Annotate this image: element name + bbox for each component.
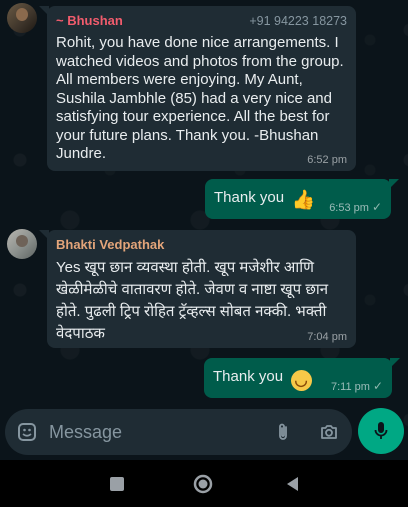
- back-icon[interactable]: [283, 474, 303, 494]
- sender-name[interactable]: Bhakti Vedpathak: [56, 236, 164, 253]
- read-check-icon: ✓: [371, 200, 382, 214]
- message-bubble[interactable]: ~ Bhushan +91 94223 18273 Rohit, you hav…: [39, 6, 356, 171]
- message-bubble[interactable]: Thank you ◡ 7:11 pm ✓: [204, 358, 400, 398]
- message-bubble[interactable]: Bhakti Vedpathak Yes खूप छान व्यवस्था हो…: [39, 230, 356, 348]
- sticker-icon[interactable]: [17, 422, 37, 442]
- avatar[interactable]: [7, 3, 37, 33]
- navigation-bar: [0, 460, 408, 507]
- attach-icon[interactable]: [273, 422, 293, 442]
- sender-phone: +91 94223 18273: [249, 14, 347, 28]
- thumbs-up-icon: 👍: [291, 190, 316, 211]
- mic-button[interactable]: [358, 408, 404, 454]
- message-bubble[interactable]: Thank you 👍 6:53 pm ✓: [205, 179, 399, 219]
- message-composer[interactable]: Message: [5, 409, 352, 455]
- home-icon[interactable]: [193, 474, 213, 494]
- camera-icon[interactable]: [319, 422, 339, 442]
- message-time: 6:52 pm: [307, 154, 347, 166]
- recents-icon[interactable]: [107, 474, 127, 494]
- message-text: Rohit, you have done nice arrangements. …: [56, 34, 344, 162]
- message-time: 7:11 pm: [331, 381, 370, 393]
- message-time-row: 6:53 pm ✓: [329, 200, 382, 214]
- message-input[interactable]: Message: [49, 422, 122, 443]
- message-time: 7:04 pm: [307, 331, 347, 343]
- avatar[interactable]: [7, 229, 37, 259]
- message-text: Yes खूप छान व्यवस्था होती. खूप मजेशीर आण…: [56, 259, 329, 342]
- sender-name[interactable]: ~ Bhushan: [56, 12, 123, 29]
- smiling-face-icon: ◡: [290, 370, 312, 391]
- mic-icon: [371, 420, 391, 442]
- message-time-row: 7:11 pm ✓: [331, 379, 383, 393]
- message-text: Thank you: [214, 189, 285, 206]
- message-time: 6:53 pm: [329, 202, 369, 214]
- message-text: Thank you: [213, 368, 284, 385]
- read-check-icon: ✓: [372, 379, 383, 393]
